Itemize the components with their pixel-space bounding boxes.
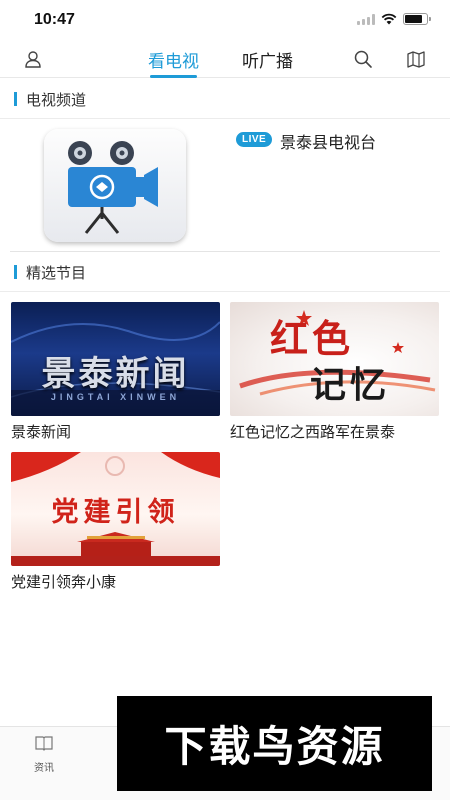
thumb-title-line-1: 红色: [270, 316, 355, 361]
section-marker: [14, 265, 17, 279]
tab-listen-radio[interactable]: 听广播: [242, 47, 293, 78]
program-title: 景泰新闻: [11, 423, 72, 441]
program-card[interactable]: 红色 记忆 红色记忆之西路军在景泰: [230, 302, 439, 442]
map-icon[interactable]: [406, 49, 426, 69]
thumb-title-line-2: 记忆: [310, 364, 391, 406]
section-header-programs: 精选节目: [0, 252, 450, 292]
status-bar: 10:47: [0, 0, 450, 40]
program-card[interactable]: 党建引领 党建引领奔小康: [11, 452, 220, 592]
program-thumbnail: 红色 记忆: [230, 302, 439, 416]
user-icon[interactable]: [23, 49, 43, 69]
book-icon: [35, 736, 53, 751]
tab-label: 听广播: [242, 52, 293, 72]
tab-bar-item-news[interactable]: 资讯: [24, 735, 64, 774]
video-camera-icon: [68, 141, 158, 234]
program-card[interactable]: 景泰新闻 JINGTAI XINWEN 景泰新闻: [11, 302, 220, 442]
status-icons: [357, 13, 431, 25]
battery-icon: [403, 13, 431, 25]
cellular-signal-icon: [357, 13, 375, 25]
tab-label: 看电视: [148, 52, 199, 72]
thumb-title: 景泰新闻: [41, 354, 190, 394]
section-header-channels: 电视频道: [0, 79, 450, 119]
watermark-banner: 下载鸟资源: [117, 696, 432, 791]
wifi-icon: [381, 13, 397, 25]
status-time: 10:47: [34, 11, 75, 28]
program-thumbnail: 党建引领: [11, 452, 220, 566]
active-tab-indicator: [150, 75, 197, 78]
top-nav: 看电视 听广播: [0, 40, 450, 78]
thumb-title: 党建引领: [51, 497, 180, 528]
program-title: 党建引领奔小康: [11, 573, 117, 591]
tab-bar-label: 资讯: [34, 763, 54, 774]
watermark-text: 下载鸟资源: [164, 722, 385, 771]
search-icon[interactable]: [353, 49, 373, 69]
thumb-subtitle: JINGTAI XINWEN: [50, 392, 181, 402]
live-badge: LIVE: [236, 132, 273, 147]
program-thumbnail: 景泰新闻 JINGTAI XINWEN: [11, 302, 220, 416]
section-marker: [14, 92, 17, 106]
section-title: 电视频道: [26, 91, 87, 109]
channel-name: 景泰县电视台: [280, 133, 377, 152]
tab-watch-tv[interactable]: 看电视: [148, 47, 199, 78]
program-title: 红色记忆之西路军在景泰: [230, 423, 396, 441]
channel-item[interactable]: LIVE 景泰县电视台: [0, 120, 450, 251]
channel-logo: [44, 129, 186, 242]
section-title: 精选节目: [26, 264, 87, 282]
